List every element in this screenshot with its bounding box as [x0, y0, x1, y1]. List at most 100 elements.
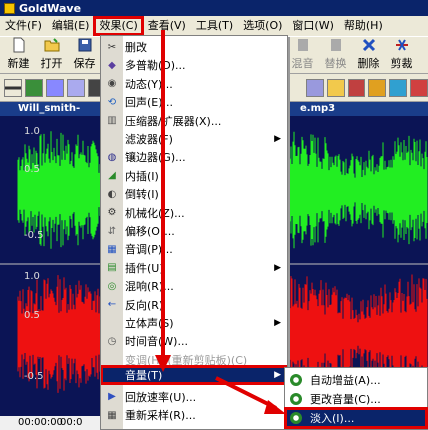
mechanize-icon: ⚙: [107, 207, 117, 219]
trim-button[interactable]: 剪裁: [385, 37, 418, 73]
effects-menu-item-15[interactable]: 立体声(S) ▶: [101, 314, 287, 332]
title-bar: GoldWave: [0, 0, 428, 16]
trim-icon: [395, 39, 408, 51]
effects-menu-item-label: 镶边器(G)...: [125, 151, 186, 165]
dynamics-icon: ◉: [107, 78, 117, 90]
replace-button-label: 替换: [324, 57, 347, 70]
offset-icon: ⇵: [107, 225, 117, 237]
effects-menu-item-label: 回放速率(U)...: [125, 390, 197, 404]
auto-gain-label: 自动增益(A)...: [310, 373, 381, 387]
open-button-label: 打开: [40, 57, 63, 70]
menu-tools[interactable]: 工具(T): [191, 17, 238, 35]
menu-edit[interactable]: 编辑(E): [47, 17, 95, 35]
save-button-label: 保存: [73, 57, 96, 70]
effects-menu-item-label: 回声(E)...: [125, 96, 174, 110]
fade-in-item[interactable]: 淡入(I)...: [284, 407, 428, 429]
auto-gain-icon: [290, 373, 302, 386]
cross2-tool-icon[interactable]: [66, 78, 85, 97]
reverb-icon: ◎: [107, 280, 117, 292]
submenu-arrow-icon: ▶: [274, 262, 281, 273]
change-volume-icon: [290, 392, 302, 405]
playback-rate-icon: ▶: [108, 391, 116, 403]
menu-effects[interactable]: 效果(C): [93, 16, 144, 36]
palette-tool-icon[interactable]: [368, 78, 387, 97]
menu-file[interactable]: 文件(F): [0, 17, 47, 35]
blank-icon: [104, 316, 120, 330]
balance-tool-icon[interactable]: [347, 78, 366, 97]
line-tool-icon[interactable]: [4, 78, 22, 97]
multi-tool-icon[interactable]: [389, 78, 408, 97]
save-button[interactable]: 保存: [68, 37, 101, 73]
invert-icon: ◐: [107, 188, 117, 200]
effects-menu-item-12[interactable]: ▤ 插件(U) ▶: [101, 259, 287, 277]
resample-icon: ▦: [107, 409, 117, 421]
effects-menu-item-8[interactable]: ◐ 倒转(I): [101, 185, 287, 203]
effects-menu-item-label: 音量(T): [125, 368, 163, 382]
window-title: GoldWave: [19, 1, 82, 15]
trim-button-label: 剪裁: [390, 57, 413, 70]
effects-menu-item-label: 动态(Y)...: [125, 77, 173, 91]
effects-dropdown-menu: ✂ 删改 ◆ 多普勒(D)... ◉ 动态(Y)... ⟲ 回声(E)... ▥ 压缩器/扩展器(…: [100, 35, 288, 430]
open-folder-icon: [44, 38, 59, 52]
y-label-bottom-3: -0.5: [24, 371, 44, 382]
delete-button-label: 删除: [357, 57, 380, 70]
y-label-bottom-2: 0.5: [24, 310, 40, 321]
effects-menu-item-13[interactable]: ◎ 混响(R)...: [101, 277, 287, 295]
effects-menu-item-label: 内插(I): [125, 169, 159, 183]
delete-icon: [362, 38, 375, 52]
menu-options[interactable]: 选项(O): [238, 17, 287, 35]
color-tool-icon[interactable]: [24, 78, 43, 97]
fade-in-icon: [290, 412, 302, 424]
menu-window[interactable]: 窗口(W): [287, 17, 338, 35]
ring-tool-icon[interactable]: [326, 78, 345, 97]
menu-view[interactable]: 查看(V): [143, 17, 191, 35]
effects-menu-item-3[interactable]: ⟲ 回声(E)...: [101, 93, 287, 111]
reverse-tool-icon[interactable]: [410, 78, 428, 97]
delete-button[interactable]: 删除: [352, 37, 385, 73]
effects-menu-item-20[interactable]: ▦ 重新采样(R)...: [101, 406, 287, 424]
effects-menu-item-7[interactable]: ◢ 内插(I): [101, 167, 287, 185]
effects-menu-item-label: 倒转(I): [125, 188, 159, 202]
effects-menu-item-label: 删改: [125, 41, 147, 54]
replace-button[interactable]: 替换: [319, 37, 352, 73]
effects-menu-item-5[interactable]: 滤波器(F) ▶: [101, 130, 287, 148]
effects-menu-item-1[interactable]: ◆ 多普勒(D)...: [101, 56, 287, 74]
flanger-icon: ◍: [107, 151, 117, 163]
document-title-left: Will_smith-: [18, 103, 81, 114]
effects-menu-item-6[interactable]: ◍ 镶边器(G)...: [101, 148, 287, 166]
new-button[interactable]: 新建: [2, 37, 35, 73]
effects-menu-item-10[interactable]: ⇵ 偏移(O)...: [101, 222, 287, 240]
effects-menu-item-label: 时间音(W)...: [125, 335, 188, 349]
plugin-icon: ▤: [107, 262, 117, 274]
mix-button[interactable]: 混音: [286, 37, 319, 73]
cross-tool-icon[interactable]: [45, 78, 64, 97]
auto-gain-item[interactable]: 自动增益(A)...: [285, 370, 427, 389]
time-icon: ◷: [107, 335, 117, 347]
y-label-top-1: 1.0: [24, 126, 40, 137]
ruler-second-time: 00:0: [60, 417, 83, 428]
effects-menu-item-0[interactable]: ✂ 删改: [101, 38, 287, 56]
menu-help[interactable]: 帮助(H): [339, 17, 388, 35]
blank-icon: [104, 132, 120, 146]
effects-menu-item-4[interactable]: ▥ 压缩器/扩展器(X)...: [101, 112, 287, 130]
effects-menu-item-label: 立体声(S): [125, 317, 174, 330]
interpolate-icon: ◢: [108, 170, 116, 182]
doppler-icon: ◆: [108, 59, 116, 71]
effects-menu-item-label: 滤波器(F): [125, 133, 173, 146]
effects-menu-item-11[interactable]: ▦ 音调(P)...: [101, 240, 287, 258]
effects-menu-item-2[interactable]: ◉ 动态(Y)...: [101, 75, 287, 93]
effects-menu-item-16[interactable]: ◷ 时间音(W)...: [101, 332, 287, 350]
y-label-top-2: 0.5: [24, 164, 40, 175]
effects-menu-item-14[interactable]: ← 反向(R): [101, 296, 287, 314]
effects-menu-item-label: 机械化(Z)...: [125, 206, 185, 220]
change-volume-label: 更改音量(C)...: [310, 392, 381, 406]
effects-menu-item-19[interactable]: ▶ 回放速率(U)...: [101, 388, 287, 406]
ruler-start-time: 00:00:00: [18, 417, 63, 428]
open-button[interactable]: 打开: [35, 37, 68, 73]
grid-tool-icon[interactable]: [305, 78, 324, 97]
effects-menu-item-18[interactable]: 音量(T) ▶: [101, 364, 287, 385]
pitch-icon: ▦: [107, 243, 117, 255]
y-label-bottom-1: 1.0: [24, 271, 40, 282]
change-volume-item[interactable]: 更改音量(C)...: [285, 389, 427, 408]
effects-menu-item-9[interactable]: ⚙ 机械化(Z)...: [101, 204, 287, 222]
